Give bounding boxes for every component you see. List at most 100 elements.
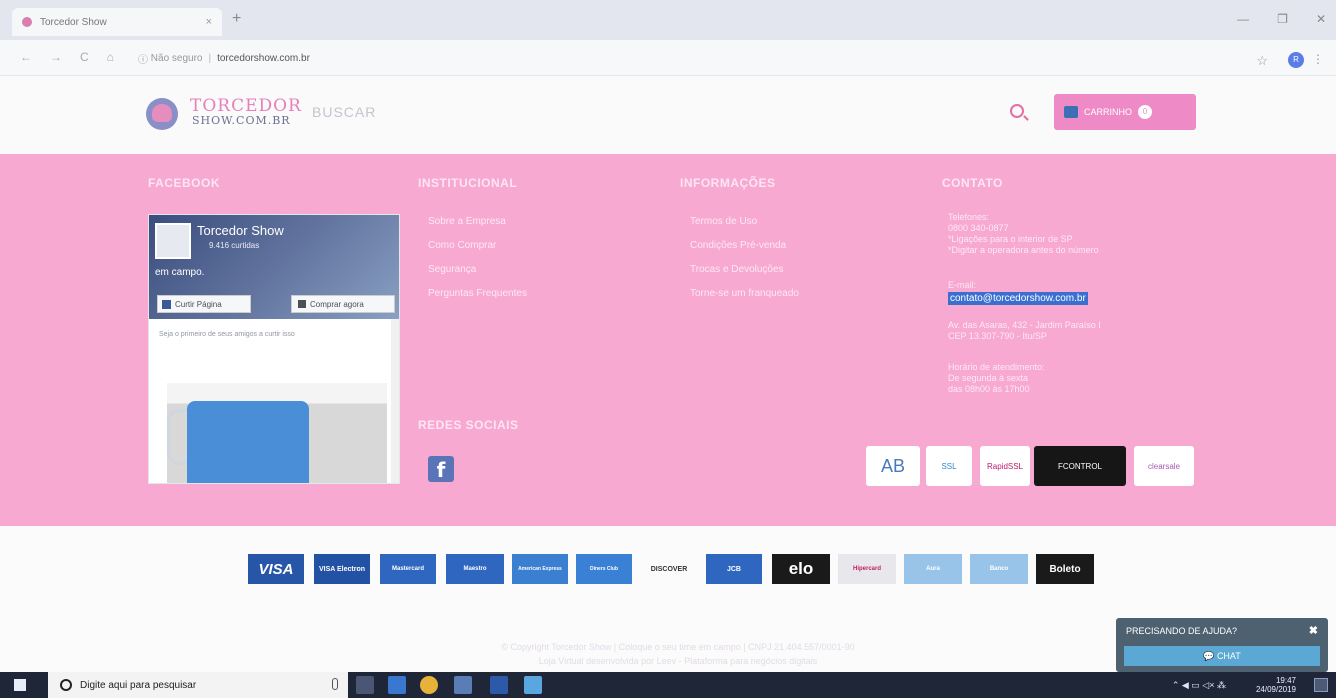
seal-clearsale[interactable]: clearsale <box>1134 446 1194 486</box>
copyright-line2[interactable]: Loja Virtual desenvolvida por Leev - Pla… <box>408 654 948 668</box>
security-label: Não seguro <box>150 52 203 64</box>
institucional-title: INSTITUCIONAL <box>418 176 518 190</box>
nav-buttons: ← → C ⌂ <box>20 50 114 64</box>
link-condicoes-prevenda[interactable]: Condições Pré-venda <box>690 240 786 251</box>
minimize-icon[interactable]: — <box>1237 12 1249 26</box>
facebook-slogan: em campo. <box>155 267 205 278</box>
contact-hours-label: Horário de atendimento: <box>948 362 1045 372</box>
contact-phone-note2: *Digitar a operadora antes do número <box>948 245 1099 255</box>
search-input[interactable]: BUSCAR <box>312 104 376 120</box>
chat-close-icon[interactable]: ✖ <box>1309 624 1318 637</box>
facebook-buy-button[interactable]: Comprar agora <box>291 295 395 313</box>
profile-avatar[interactable]: R <box>1288 52 1304 68</box>
chat-button[interactable]: 💬 CHAT <box>1124 646 1320 666</box>
cart-count-badge: 0 <box>1138 105 1153 119</box>
logo-mascot-icon[interactable] <box>146 98 178 130</box>
system-clock[interactable]: 19:47 24/09/2019 <box>1256 676 1296 694</box>
screen: Torcedor Show × + — ❐ ✕ ← → C ⌂ ⓘ Não se… <box>0 0 1336 698</box>
facebook-page-name[interactable]: Torcedor Show <box>197 223 284 238</box>
bookmark-star-icon[interactable]: ☆ <box>1256 53 1268 69</box>
link-como-comprar[interactable]: Como Comprar <box>428 240 496 251</box>
chrome-icon[interactable] <box>420 676 438 694</box>
windows-start-icon[interactable] <box>14 679 26 691</box>
facebook-scrollbar[interactable] <box>391 319 399 483</box>
info-icon[interactable]: ⓘ <box>138 51 151 66</box>
search-icon[interactable] <box>1010 104 1024 118</box>
facebook-like-label: Curtir Página <box>175 299 222 309</box>
payment-mastercard: Mastercard <box>380 554 436 584</box>
photos-icon[interactable] <box>454 676 472 694</box>
contact-address2: CEP 13.307-790 - Itu/SP <box>948 331 1047 341</box>
payment-maestro: Maestro <box>446 554 504 584</box>
chat-widget: PRECISANDO DE AJUDA? ✖ 💬 CHAT <box>1116 618 1328 672</box>
contact-address1: Av. das Asaras, 432 - Jardim Paraíso I <box>948 320 1101 330</box>
browser-toolbar: ← → C ⌂ ⓘ Não seguro | torcedorshow.com.… <box>0 40 1336 76</box>
notification-icon[interactable] <box>1314 678 1328 692</box>
restore-icon[interactable]: ❐ <box>1277 12 1288 26</box>
close-window-icon[interactable]: ✕ <box>1316 12 1326 26</box>
seal-rapidssl[interactable]: RapidSSL <box>980 446 1030 486</box>
facebook-page-widget[interactable]: Torcedor Show 9.416 curtidas em campo. C… <box>148 214 400 484</box>
back-icon[interactable]: ← <box>20 50 32 64</box>
contact-hours2: das 08h00 às 17h00 <box>948 384 1030 394</box>
clock-time: 19:47 <box>1275 676 1296 685</box>
word-icon[interactable] <box>490 676 508 694</box>
address-bar[interactable]: ⓘ Não seguro | torcedorshow.com.br <box>128 47 1228 69</box>
payment-discover: DISCOVER <box>640 554 698 584</box>
link-seguranca[interactable]: Segurança <box>428 264 476 275</box>
favicon-icon <box>22 17 32 27</box>
informacoes-title: INFORMAÇÕES <box>680 176 776 190</box>
logo-line2[interactable]: SHOW.COM.BR <box>192 114 291 127</box>
payment-boleto: Boleto <box>1036 554 1094 584</box>
contato-title: CONTATO <box>942 176 1003 190</box>
microphone-icon[interactable] <box>332 678 338 690</box>
contact-phone[interactable]: 0800 340-0877 <box>948 223 1009 234</box>
payment-amex: American Express <box>512 554 568 584</box>
cart-button[interactable]: CARRINHO 0 <box>1054 94 1196 130</box>
taskbar-search-input[interactable]: Digite aqui para pesquisar <box>48 672 348 698</box>
payment-banco: Banco <box>970 554 1028 584</box>
link-trocas-devolucoes[interactable]: Trocas e Devoluções <box>690 264 784 275</box>
payment-visa: VISA <box>248 554 304 584</box>
seal-fcontrol[interactable]: FCONTROL <box>1034 446 1126 486</box>
payment-visa-electron: VISA Electron <box>314 554 370 584</box>
shopping-bag-icon <box>298 300 306 308</box>
facebook-post-photo[interactable] <box>167 383 387 483</box>
browser-tabstrip: Torcedor Show × + — ❐ ✕ <box>0 0 1336 40</box>
facebook-icon <box>162 299 171 309</box>
seal-ab[interactable]: AB <box>866 446 920 486</box>
contact-email[interactable]: contato@torcedorshow.com.br <box>948 292 1088 305</box>
contact-hours1: De segunda à sexta <box>948 373 1029 383</box>
task-view-icon[interactable] <box>356 676 374 694</box>
facebook-friends-text: Seja o primeiro de seus amigos a curtir … <box>159 331 295 338</box>
clock-date: 24/09/2019 <box>1255 685 1296 694</box>
file-explorer-icon[interactable] <box>388 676 406 694</box>
link-sobre-empresa[interactable]: Sobre a Empresa <box>428 216 506 227</box>
facebook-avatar[interactable] <box>155 223 191 259</box>
logo-line1[interactable]: TORCEDOR <box>190 96 302 116</box>
reload-icon[interactable]: C <box>80 50 89 64</box>
seal-ssl[interactable]: SSL <box>926 446 972 486</box>
link-perguntas-frequentes[interactable]: Perguntas Frequentes <box>428 288 527 299</box>
link-franqueado[interactable]: Torne-se um franqueado <box>690 288 799 299</box>
tab-title: Torcedor Show <box>40 16 107 28</box>
forward-icon[interactable]: → <box>50 50 62 64</box>
system-tray-icons[interactable]: ⌃ ◀ ▭ ◁× ⁂ <box>1172 680 1226 691</box>
new-tab-button[interactable]: + <box>232 10 241 28</box>
window-controls: — ❐ ✕ <box>1237 12 1326 26</box>
browser-tab[interactable]: Torcedor Show × <box>12 8 222 36</box>
site-header: TORCEDOR SHOW.COM.BR BUSCAR CARRINHO 0 <box>0 76 1336 154</box>
contact-email-label: E-mail: <box>948 280 977 290</box>
link-termos-uso[interactable]: Termos de Uso <box>690 216 757 227</box>
tab-close-icon[interactable]: × <box>206 16 212 28</box>
menu-kebab-icon[interactable]: ⋮ <box>1312 52 1324 66</box>
cortana-icon <box>60 679 72 691</box>
facebook-like-button[interactable]: Curtir Página <box>157 295 251 313</box>
facebook-social-icon[interactable]: f <box>428 456 454 482</box>
payment-hipercard: Hipercard <box>838 554 896 584</box>
payment-jcb: JCB <box>706 554 762 584</box>
chat-bubble-icon: 💬 <box>1203 651 1217 661</box>
paint-icon[interactable] <box>524 676 542 694</box>
home-icon[interactable]: ⌂ <box>107 50 114 64</box>
url-text: torcedorshow.com.br <box>217 52 310 64</box>
